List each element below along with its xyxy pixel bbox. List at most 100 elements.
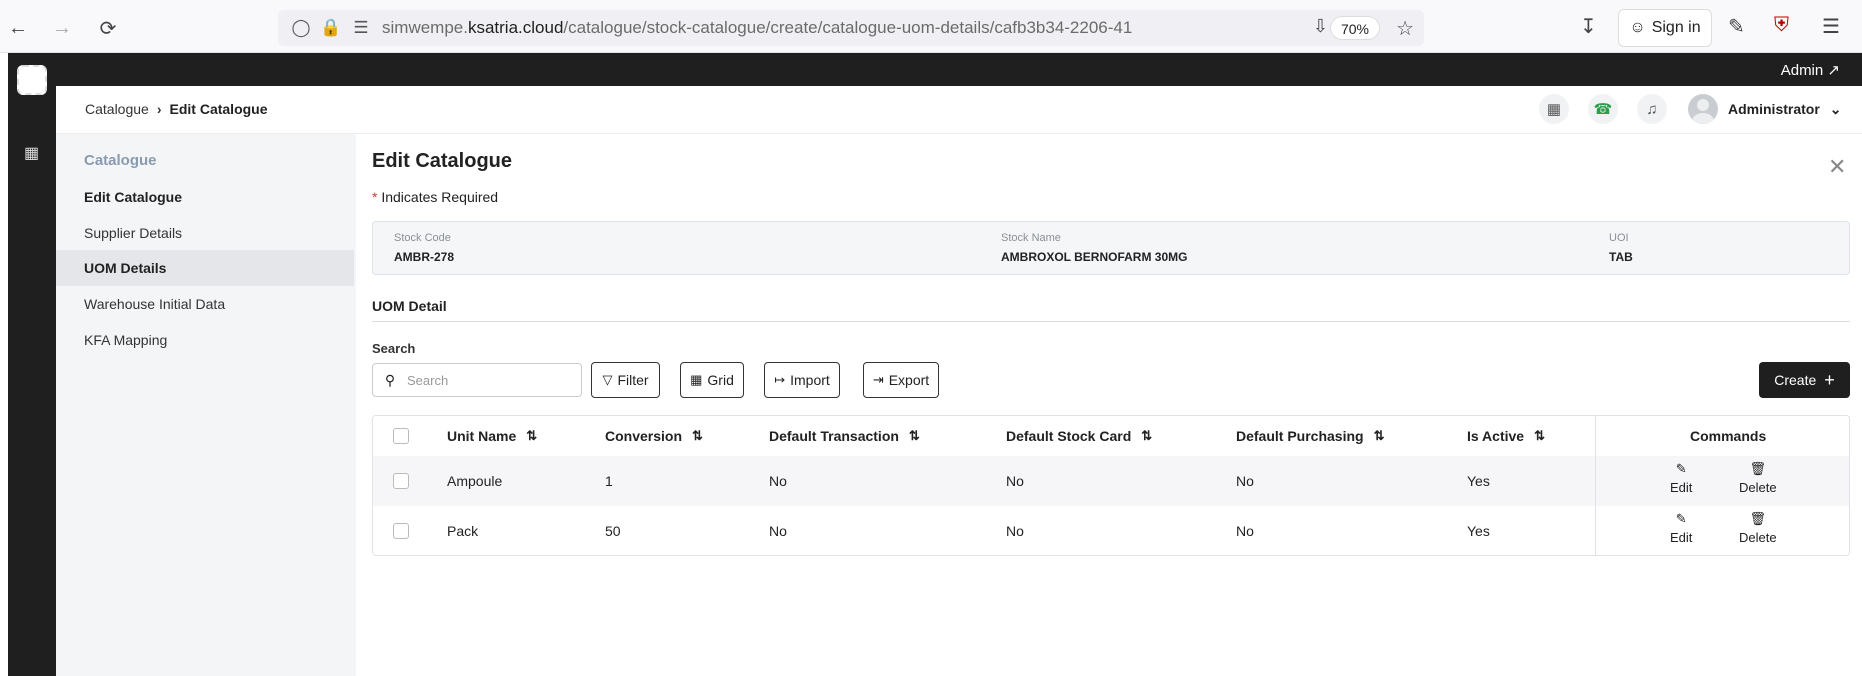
forward-arrow-icon[interactable]: →	[48, 14, 76, 42]
menu-icon[interactable]: ☰	[1822, 14, 1840, 39]
permissions-icon[interactable]: ☰	[346, 18, 376, 38]
whatsapp-icon[interactable]: ☎	[1588, 94, 1618, 124]
table-header-row: Unit Name ⇅ Conversion ⇅ Default Transacti…	[373, 416, 1849, 456]
col-default-stock-card[interactable]: Default Stock Card ⇅	[1006, 416, 1152, 456]
app-logo-icon[interactable]	[17, 65, 47, 95]
page-header: Catalogue › Edit Catalogue ▦ ☎ ♫ Administr…	[56, 86, 1862, 134]
sidebar-item-supplier-details[interactable]: Supplier Details	[56, 215, 354, 251]
stock-code-label: Stock Code	[394, 232, 451, 244]
sidebar-item-kfa-mapping[interactable]: KFA Mapping	[56, 322, 354, 358]
delete-button[interactable]: 🗑 Delete	[1739, 511, 1777, 545]
browser-toolbar: ← → ⟳ ◯ 🔒 ☰ simwempe.ksatria.cloud/catal…	[0, 0, 1862, 53]
back-arrow-icon[interactable]: ←	[4, 14, 32, 42]
stock-name-field: Stock Name AMBROXOL BERNOFARM 30MG	[1001, 232, 1187, 264]
col-unit-name[interactable]: Unit Name ⇅	[447, 416, 537, 456]
cell-default-stock-card: No	[1006, 523, 1024, 539]
delete-label: Delete	[1739, 530, 1777, 545]
trash-icon: 🗑	[1749, 461, 1767, 476]
search-field[interactable]: ⚲	[372, 363, 582, 397]
breadcrumb-root[interactable]: Catalogue	[85, 101, 149, 117]
url-text[interactable]: simwempe.ksatria.cloud/catalogue/stock-c…	[382, 18, 1132, 38]
shield-icon[interactable]: ◯	[286, 18, 316, 38]
ublock-icon[interactable]: ⛨	[1774, 14, 1789, 37]
row-checkbox[interactable]	[393, 506, 409, 555]
cell-conversion: 50	[605, 523, 621, 539]
notification-bell-icon[interactable]: ♫	[1637, 94, 1667, 124]
sidebar-title: Catalogue	[84, 152, 157, 169]
grid-label: Grid	[707, 372, 734, 388]
address-bar[interactable]: ◯ 🔒 ☰ simwempe.ksatria.cloud/catalogue/s…	[278, 10, 1424, 46]
bookmark-star-icon[interactable]: ☆	[1396, 16, 1414, 41]
edit-button[interactable]: ✎ Edit	[1670, 511, 1692, 545]
zoom-level[interactable]: 70%	[1329, 16, 1380, 40]
cell-default-stock-card: No	[1006, 473, 1024, 489]
lock-icon[interactable]: 🔒	[316, 18, 346, 38]
col-is-active[interactable]: Is Active ⇅	[1467, 416, 1545, 456]
sign-in-button[interactable]: ☺ Sign in	[1618, 9, 1712, 47]
commands-divider	[1595, 416, 1596, 555]
filter-button[interactable]: ▽ Filter	[591, 362, 660, 398]
stock-info-box: Stock Code AMBR-278 Stock Name AMBROXOL …	[372, 221, 1850, 275]
table-row: Ampoule 1 No No No Yes ✎ Edit 🗑 Delete	[373, 456, 1849, 506]
import-button[interactable]: ↦ Import	[764, 362, 840, 398]
col-default-transaction[interactable]: Default Transaction ⇅	[769, 416, 920, 456]
edit-label: Edit	[1670, 530, 1693, 545]
cell-is-active: Yes	[1467, 523, 1490, 539]
section-divider	[372, 321, 1850, 322]
required-text: Indicates Required	[381, 189, 499, 205]
avatar	[1688, 94, 1718, 124]
col-conversion[interactable]: Conversion ⇅	[605, 416, 703, 456]
create-button[interactable]: Create +	[1759, 362, 1850, 398]
sort-icon[interactable]: ⇅	[692, 428, 703, 444]
extensions-icon[interactable]: ✎	[1728, 14, 1745, 39]
section-title: UOM Detail	[372, 298, 447, 314]
apps-grid-icon[interactable]: ▦	[24, 143, 39, 163]
edit-label: Edit	[1670, 480, 1693, 495]
select-all-checkbox[interactable]	[393, 416, 409, 456]
plus-icon: +	[1824, 369, 1835, 390]
stock-name-label: Stock Name	[1001, 232, 1061, 244]
export-label: Export	[888, 372, 930, 388]
save-page-icon[interactable]: ⇩	[1313, 16, 1328, 37]
sidebar-item-warehouse-initial-data[interactable]: Warehouse Initial Data	[56, 286, 354, 322]
required-star: *	[372, 189, 378, 205]
grid-button[interactable]: ▦ Grid	[680, 362, 744, 398]
cell-default-transaction: No	[769, 473, 787, 489]
export-icon: ⇥	[872, 372, 884, 387]
row-checkbox[interactable]	[393, 456, 409, 506]
cell-conversion: 1	[605, 473, 613, 489]
calendar-icon[interactable]: ▦	[1539, 94, 1569, 124]
edit-button[interactable]: ✎ Edit	[1670, 461, 1692, 495]
user-menu[interactable]: Administrator ⌄	[1688, 94, 1842, 124]
reload-icon[interactable]: ⟳	[94, 14, 122, 42]
sort-icon[interactable]: ⇅	[526, 428, 537, 444]
sort-icon[interactable]: ⇅	[1374, 428, 1385, 444]
admin-link[interactable]: Admin ↗	[1781, 61, 1840, 79]
delete-label: Delete	[1739, 480, 1777, 495]
account-icon: ☺	[1629, 19, 1646, 36]
export-button[interactable]: ⇥ Export	[863, 362, 939, 398]
create-label: Create	[1774, 372, 1817, 388]
grid-icon: ▦	[690, 372, 703, 387]
stock-code-field: Stock Code AMBR-278	[394, 232, 454, 264]
col-default-purchasing[interactable]: Default Purchasing ⇅	[1236, 416, 1385, 456]
downloads-icon[interactable]: ↧	[1580, 14, 1597, 39]
sign-in-label: Sign in	[1651, 19, 1701, 36]
cell-default-purchasing: No	[1236, 473, 1254, 489]
table-row: Pack 50 No No No Yes ✎ Edit 🗑 Delete	[373, 506, 1849, 555]
search-input[interactable]	[407, 372, 567, 388]
uom-table: Unit Name ⇅ Conversion ⇅ Default Transacti…	[372, 415, 1850, 556]
sidebar-item-edit-catalogue[interactable]: Edit Catalogue	[56, 179, 354, 215]
close-icon[interactable]: ✕	[1828, 154, 1846, 180]
sort-icon[interactable]: ⇅	[1534, 428, 1545, 444]
sort-icon[interactable]: ⇅	[909, 428, 920, 444]
page-title: Edit Catalogue	[372, 150, 513, 172]
sort-icon[interactable]: ⇅	[1141, 428, 1152, 444]
top-bar: Admin ↗	[56, 53, 1862, 86]
stock-name-value: AMBROXOL BERNOFARM 30MG	[1001, 250, 1188, 264]
sidebar-item-uom-details[interactable]: UOM Details	[56, 250, 354, 286]
delete-button[interactable]: 🗑 Delete	[1739, 461, 1777, 495]
cell-default-purchasing: No	[1236, 523, 1254, 539]
search-icon: ⚲	[384, 371, 396, 388]
col-commands: Commands	[1690, 428, 1767, 444]
